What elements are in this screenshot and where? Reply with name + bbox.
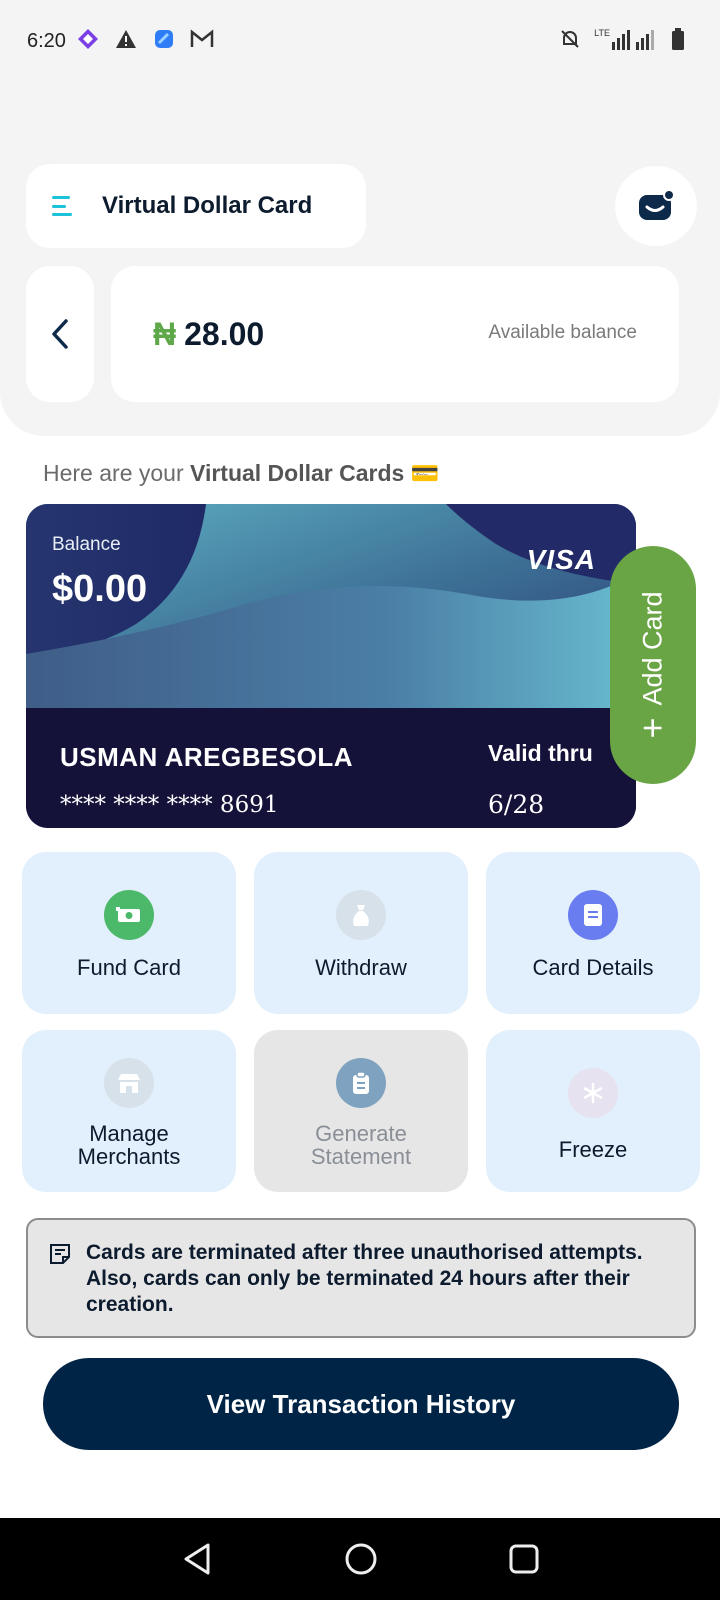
plus-icon: +: [632, 717, 674, 739]
status-time: 6:20: [27, 30, 66, 52]
status-bar: 6:20 LTE: [0, 0, 720, 82]
naira-symbol: ₦: [153, 316, 177, 352]
card-balance: $0.00: [52, 568, 148, 610]
intro-prefix: Here are your: [43, 460, 191, 486]
card-details-label: Card Details: [532, 955, 654, 980]
store-icon: [104, 1058, 154, 1108]
system-nav-bar: [0, 1518, 720, 1600]
app-notification-icon: [76, 27, 100, 51]
card-number: **** **** **** 8691: [60, 792, 279, 818]
balance-panel: ₦ 28.00 Available balance: [111, 266, 679, 402]
termination-notice: Cards are terminated after three unautho…: [26, 1218, 696, 1338]
clipboard-icon: [336, 1058, 386, 1108]
back-button[interactable]: [26, 266, 94, 402]
signal-icon: LTE: [594, 28, 654, 50]
manage-merchants-label: Manage Merchants: [77, 1121, 181, 1169]
withdraw-label: Withdraw: [315, 955, 407, 980]
page-title: Virtual Dollar Card: [102, 192, 313, 219]
freeze-tile[interactable]: Freeze: [486, 1030, 700, 1192]
available-balance: ₦ 28.00: [153, 316, 264, 353]
generate-statement-tile[interactable]: Generate Statement: [254, 1030, 468, 1192]
fund-card-tile[interactable]: Fund Card: [22, 852, 236, 1014]
freeze-label: Freeze: [558, 1137, 628, 1162]
battery-icon: [666, 27, 690, 51]
visa-logo: VISA: [526, 544, 596, 575]
card-holder-name: USMAN AREGBESOLA: [60, 742, 354, 772]
card-details-strip: USMAN AREGBESOLA **** **** **** 8691 Val…: [26, 708, 636, 828]
balance-value: 28.00: [184, 316, 265, 352]
notice-text: Cards are terminated after three unautho…: [86, 1241, 643, 1316]
status-notification-icons: [76, 27, 214, 51]
manage-merchants-tile[interactable]: Manage Merchants: [22, 1030, 236, 1192]
back-triangle-icon[interactable]: [180, 1541, 214, 1577]
header-area: Virtual Dollar Card ₦ 28.00 Available ba…: [0, 82, 720, 436]
mute-bell-icon: [558, 27, 582, 51]
app-notification-icon-blue: [152, 27, 176, 51]
document-icon: [568, 890, 618, 940]
valid-thru-value: 6/28: [488, 790, 545, 819]
add-card-button[interactable]: + Add Card: [610, 546, 696, 784]
status-system-icons: LTE: [558, 27, 690, 51]
gmail-icon: [190, 27, 214, 51]
note-icon: [48, 1242, 72, 1271]
valid-thru-label: Valid thru: [488, 740, 593, 766]
add-card-label: Add Card: [637, 591, 668, 706]
home-circle-icon[interactable]: [344, 1542, 378, 1576]
recents-square-icon[interactable]: [508, 1543, 540, 1575]
title-bar: Virtual Dollar Card: [26, 164, 366, 248]
money-icon: [104, 890, 154, 940]
money-bag-icon: [336, 890, 386, 940]
menu-icon[interactable]: [52, 194, 76, 218]
withdraw-tile[interactable]: Withdraw: [254, 852, 468, 1014]
snowflake-icon: [568, 1068, 618, 1118]
generate-statement-label: Generate Statement: [310, 1121, 412, 1169]
network-type: LTE: [594, 28, 610, 38]
fund-card-label: Fund Card: [77, 955, 181, 980]
balance-label: Available balance: [488, 322, 637, 343]
intro-emphasis: Virtual Dollar Cards: [190, 460, 405, 486]
virtual-card[interactable]: Balance $0.00 VISA USMAN AREGBESOLA ****…: [26, 504, 636, 828]
cards-intro: Here are your Virtual Dollar Cards 💳: [43, 460, 439, 487]
chevron-left-icon: [52, 319, 68, 349]
inbox-button[interactable]: [615, 166, 697, 246]
card-balance-label: Balance: [52, 534, 121, 555]
view-transaction-history-button[interactable]: View Transaction History: [43, 1358, 679, 1450]
card-details-tile[interactable]: Card Details: [486, 852, 700, 1014]
warning-icon: [114, 27, 138, 51]
card-emoji-icon: 💳: [410, 460, 440, 486]
inbox-icon: [639, 189, 675, 220]
